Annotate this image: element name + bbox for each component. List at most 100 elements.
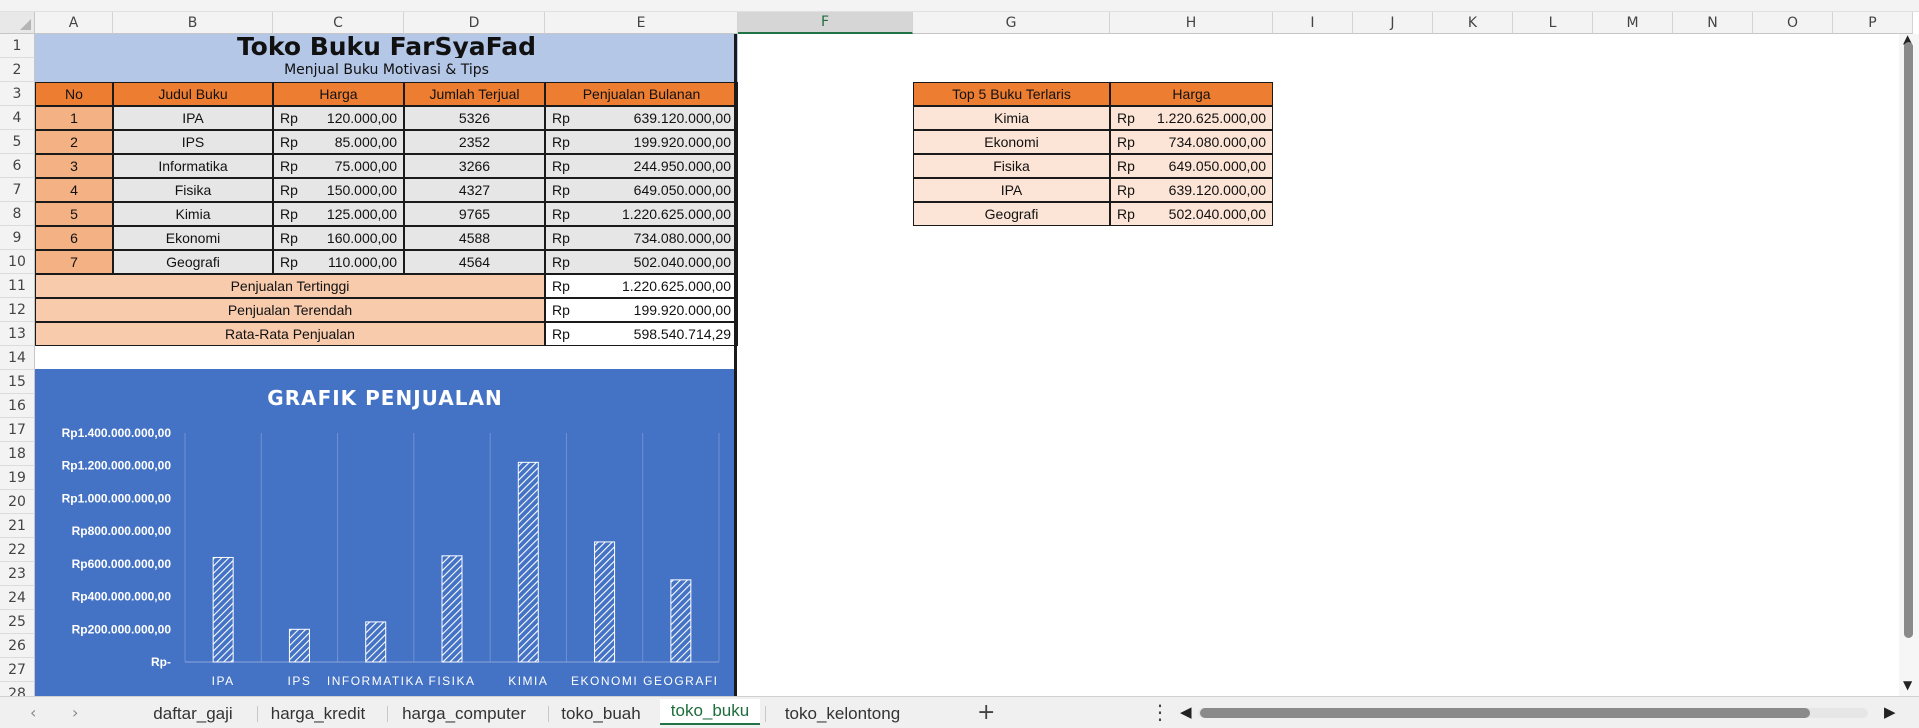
plus-icon[interactable]: + — [977, 700, 995, 725]
scroll-right-icon[interactable]: ▶ — [1884, 703, 1896, 721]
sheet-title[interactable]: Toko Buku FarSyaFad — [35, 34, 738, 58]
table-cell-judul[interactable]: IPA — [113, 106, 273, 130]
scroll-down-icon[interactable]: ▼ — [1903, 678, 1912, 692]
table-cell-judul[interactable]: Kimia — [113, 202, 273, 226]
row-header-24[interactable]: 24 — [0, 586, 35, 610]
chevron-left-icon[interactable]: ‹ — [30, 703, 36, 722]
summary-label[interactable]: Penjualan Tertinggi — [35, 274, 545, 298]
row-header-13[interactable]: 13 — [0, 322, 35, 346]
table-cell-no[interactable]: 2 — [35, 130, 113, 154]
table-cell-judul[interactable]: Fisika — [113, 178, 273, 202]
row-header-4[interactable]: 4 — [0, 106, 35, 130]
sheet-tab-toko-buku[interactable]: toko_buku — [660, 699, 760, 725]
row-header-6[interactable]: 6 — [0, 154, 35, 178]
table-cell-harga[interactable]: Rp 110.000,00 — [273, 250, 404, 274]
row-header-12[interactable]: 12 — [0, 298, 35, 322]
table-cell-penjualan[interactable]: Rp 639.120.000,00 — [545, 106, 738, 130]
summary-value[interactable]: Rp 598.540.714,29 — [545, 322, 738, 346]
row-header-21[interactable]: 21 — [0, 514, 35, 538]
top5-cell-harga[interactable]: Rp 649.050.000,00 — [1110, 154, 1273, 178]
row-header-7[interactable]: 7 — [0, 178, 35, 202]
row-header-17[interactable]: 17 — [0, 418, 35, 442]
summary-label[interactable]: Rata-Rata Penjualan — [35, 322, 545, 346]
sheet-tab-harga-computer[interactable]: harga_computer — [385, 702, 543, 726]
top5-cell-judul[interactable]: Geografi — [913, 202, 1110, 226]
table-cell-harga[interactable]: Rp 150.000,00 — [273, 178, 404, 202]
table-cell-no[interactable]: 4 — [35, 178, 113, 202]
top5-cell-harga[interactable]: Rp 1.220.625.000,00 — [1110, 106, 1273, 130]
top5-cell-judul[interactable]: IPA — [913, 178, 1110, 202]
table-cell-jumlah[interactable]: 2352 — [404, 130, 545, 154]
vertical-scroll-thumb[interactable] — [1904, 42, 1913, 638]
horizontal-scroll-thumb[interactable] — [1200, 708, 1810, 718]
table-cell-no[interactable]: 6 — [35, 226, 113, 250]
table-cell-jumlah[interactable]: 3266 — [404, 154, 545, 178]
top5-header-0[interactable]: Top 5 Buku Terlaris — [913, 82, 1110, 106]
table-cell-judul[interactable]: Ekonomi — [113, 226, 273, 250]
table-cell-judul[interactable]: Geografi — [113, 250, 273, 274]
table-cell-harga[interactable]: Rp 120.000,00 — [273, 106, 404, 130]
row-header-10[interactable]: 10 — [0, 250, 35, 274]
spreadsheet-grid[interactable]: ABCDEFGHIJKLMNOP 1 2 3 4 5 6 7 8 9 10 11 12 13 14 15 16… — [0, 0, 1919, 696]
row-header-14[interactable]: 14 — [0, 346, 35, 370]
table-cell-jumlah[interactable]: 9765 — [404, 202, 545, 226]
row-header-9[interactable]: 9 — [0, 226, 35, 250]
column-header-a[interactable]: A — [35, 12, 113, 34]
row-header-20[interactable]: 20 — [0, 490, 35, 514]
row-header-18[interactable]: 18 — [0, 442, 35, 466]
column-header-l[interactable]: L — [1513, 12, 1593, 34]
table-cell-no[interactable]: 5 — [35, 202, 113, 226]
table-cell-penjualan[interactable]: Rp 649.050.000,00 — [545, 178, 738, 202]
table-cell-no[interactable]: 3 — [35, 154, 113, 178]
column-header-e[interactable]: E — [545, 12, 738, 34]
sheet-tab-toko-kelontong[interactable]: toko_kelontong — [770, 702, 915, 726]
chevron-right-icon[interactable]: › — [72, 703, 78, 722]
table-cell-penjualan[interactable]: Rp 734.080.000,00 — [545, 226, 738, 250]
table-cell-jumlah[interactable]: 4327 — [404, 178, 545, 202]
row-header-26[interactable]: 26 — [0, 634, 35, 658]
row-header-1[interactable]: 1 — [0, 34, 35, 58]
table-header-0[interactable]: No — [35, 82, 113, 106]
column-header-h[interactable]: H — [1110, 12, 1273, 34]
summary-label[interactable]: Penjualan Terendah — [35, 298, 545, 322]
table-cell-harga[interactable]: Rp 85.000,00 — [273, 130, 404, 154]
row-header-27[interactable]: 27 — [0, 658, 35, 682]
table-header-4[interactable]: Penjualan Bulanan — [545, 82, 738, 106]
table-cell-judul[interactable]: Informatika — [113, 154, 273, 178]
row-header-15[interactable]: 15 — [0, 370, 35, 394]
column-header-j[interactable]: J — [1353, 12, 1433, 34]
table-cell-jumlah[interactable]: 4588 — [404, 226, 545, 250]
column-header-b[interactable]: B — [113, 12, 273, 34]
row-header-22[interactable]: 22 — [0, 538, 35, 562]
top5-cell-harga[interactable]: Rp 502.040.000,00 — [1110, 202, 1273, 226]
table-cell-no[interactable]: 7 — [35, 250, 113, 274]
row-header-23[interactable]: 23 — [0, 562, 35, 586]
row-header-19[interactable]: 19 — [0, 466, 35, 490]
row-header-28[interactable]: 28 — [0, 682, 35, 696]
column-header-c[interactable]: C — [273, 12, 404, 34]
column-header-n[interactable]: N — [1673, 12, 1753, 34]
column-header-i[interactable]: I — [1273, 12, 1353, 34]
vertical-ellipsis-icon[interactable]: ⋮ — [1150, 700, 1170, 724]
row-header-8[interactable]: 8 — [0, 202, 35, 226]
table-header-1[interactable]: Judul Buku — [113, 82, 273, 106]
top5-cell-harga[interactable]: Rp 734.080.000,00 — [1110, 130, 1273, 154]
table-cell-judul[interactable]: IPS — [113, 130, 273, 154]
scroll-left-icon[interactable]: ◀ — [1180, 703, 1192, 721]
sheet-tab-daftar-gaji[interactable]: daftar_gaji — [134, 702, 252, 726]
top5-cell-judul[interactable]: Fisika — [913, 154, 1110, 178]
row-header-3[interactable]: 3 — [0, 82, 35, 106]
row-header-2[interactable]: 2 — [0, 58, 35, 82]
row-header-11[interactable]: 11 — [0, 274, 35, 298]
table-cell-no[interactable]: 1 — [35, 106, 113, 130]
sheet-tab-toko-buah[interactable]: toko_buah — [545, 702, 657, 726]
table-cell-harga[interactable]: Rp 125.000,00 — [273, 202, 404, 226]
sheet-tab-harga-kredit[interactable]: harga_kredit — [254, 702, 382, 726]
select-all-button[interactable] — [0, 12, 35, 34]
row-header-16[interactable]: 16 — [0, 394, 35, 418]
column-header-g[interactable]: G — [913, 12, 1110, 34]
column-header-f[interactable]: F — [738, 12, 913, 34]
top5-cell-judul[interactable]: Kimia — [913, 106, 1110, 130]
summary-value[interactable]: Rp 1.220.625.000,00 — [545, 274, 738, 298]
table-cell-jumlah[interactable]: 5326 — [404, 106, 545, 130]
